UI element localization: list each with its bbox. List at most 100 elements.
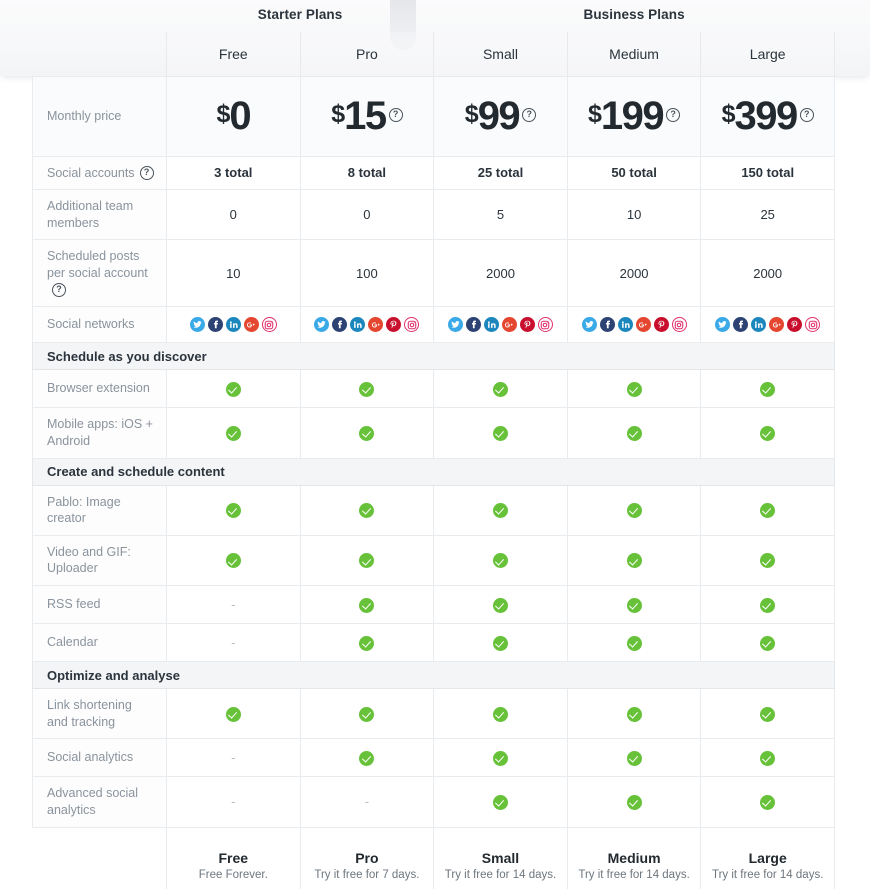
row-label-mobile-apps-ios-android: Mobile apps: iOS + Android xyxy=(32,407,167,459)
footer-plan-sub: Try it free for 7 days. xyxy=(314,869,420,882)
instagram-icon xyxy=(671,317,687,333)
plan-group-header-row: Starter Plans Business Plans xyxy=(33,0,835,32)
help-icon[interactable]: ? xyxy=(666,107,681,122)
check-circle-icon xyxy=(359,597,375,613)
plan-header-medium[interactable]: Medium xyxy=(566,32,701,77)
price-currency: $ xyxy=(588,100,602,128)
row-label-scheduled-posts: Scheduled posts per social account? xyxy=(32,239,167,308)
group-header-spacer xyxy=(33,0,167,32)
feature-value-link-shortening-and-tracking xyxy=(566,687,701,740)
check-circle-icon xyxy=(359,503,375,519)
price-amount: 399 xyxy=(734,94,799,138)
check-circle-icon xyxy=(760,553,776,569)
twitter-icon xyxy=(581,317,597,333)
feature-value-video-and-gif-uploader xyxy=(566,534,701,587)
feature-value-advanced-social-analytics xyxy=(433,776,568,828)
footer-plan-sub: Try it free for 14 days. xyxy=(711,869,824,882)
check-circle-icon xyxy=(492,503,508,519)
check-circle-icon xyxy=(225,553,241,569)
social-icon-group xyxy=(569,317,700,333)
footer-plan-name: Large xyxy=(748,850,787,867)
section-header-row: Optimize and analyse xyxy=(32,661,835,689)
help-icon[interactable]: ? xyxy=(388,107,403,122)
linkedin-icon xyxy=(751,317,767,333)
check-circle-icon xyxy=(225,381,241,397)
footer-plan-name: Medium xyxy=(607,850,661,867)
section-header-row: Schedule as you discover xyxy=(32,342,835,371)
price-currency: $ xyxy=(721,100,736,128)
check-circle-icon xyxy=(492,597,508,613)
help-icon[interactable]: ? xyxy=(52,283,66,298)
price-help-wrap[interactable]: ? xyxy=(799,106,814,122)
price-cell-pro: $15? xyxy=(299,75,434,157)
facebook-icon xyxy=(733,317,749,333)
price-currency: $ xyxy=(331,100,345,128)
plan-header-pro[interactable]: Pro xyxy=(299,32,434,77)
social-networks-cell xyxy=(433,306,568,344)
plan-header-large[interactable]: Large xyxy=(700,32,835,77)
feature-value-advanced-social-analytics: - xyxy=(299,776,434,828)
team-members-value: 0 xyxy=(166,189,301,241)
price-help-wrap[interactable]: ? xyxy=(388,106,403,122)
feature-value-video-and-gif-uploader xyxy=(299,534,434,587)
price-currency: $ xyxy=(216,100,230,128)
plan-header-free[interactable]: Free xyxy=(166,32,301,77)
price-currency: $ xyxy=(464,100,479,128)
feature-value-video-and-gif-uploader xyxy=(700,534,835,587)
check-circle-icon xyxy=(626,425,642,441)
linkedin-icon xyxy=(225,317,241,333)
facebook-icon xyxy=(207,317,223,333)
check-circle-icon xyxy=(225,706,241,722)
instagram-icon xyxy=(805,317,821,333)
help-icon[interactable]: ? xyxy=(139,166,154,181)
social-accounts-value: 8 total xyxy=(299,155,434,191)
dash-icon: - xyxy=(231,750,236,766)
footer-cta-small[interactable]: Small Try it free for 14 days. xyxy=(433,827,568,889)
monthly-price-row: Monthly price $0 $15? $99? $199? $399? xyxy=(32,75,835,157)
feature-value-calendar: - xyxy=(166,623,301,662)
dash-icon: - xyxy=(231,597,236,612)
feature-value-video-and-gif-uploader xyxy=(433,534,568,587)
plan-name-header-row: Free Pro Small Medium Large xyxy=(33,32,835,77)
plan-footer-row: Free Free Forever. Pro Try it free for 7 da… xyxy=(32,827,835,889)
team-members-value: 25 xyxy=(700,189,835,241)
check-circle-icon xyxy=(225,425,241,441)
row-label-link-shortening-and-tracking: Link shortening and tracking xyxy=(32,687,167,740)
social-networks-cell xyxy=(566,306,701,344)
price-help-wrap[interactable]: ? xyxy=(522,106,537,122)
twitter-icon xyxy=(447,317,463,333)
footer-cta-free[interactable]: Free Free Forever. xyxy=(166,827,301,889)
help-icon[interactable]: ? xyxy=(522,107,537,122)
check-circle-icon xyxy=(626,706,642,722)
footer-cta-medium[interactable]: Medium Try it free for 14 days. xyxy=(566,827,701,889)
feature-value-calendar xyxy=(700,623,835,662)
check-circle-icon xyxy=(760,635,776,651)
feature-value-link-shortening-and-tracking xyxy=(433,687,568,740)
row-label-video-and-gif-uploader: Video and GIF: Uploader xyxy=(32,534,167,587)
googleplus-icon xyxy=(243,317,259,333)
social-accounts-value: 50 total xyxy=(566,155,701,191)
check-circle-icon xyxy=(492,553,508,569)
feature-row-browser-extension: Browser extension xyxy=(32,369,835,409)
instagram-icon xyxy=(404,317,420,333)
dash-icon: - xyxy=(364,794,370,810)
price-amount: 0 xyxy=(229,94,251,138)
feature-value-video-and-gif-uploader xyxy=(166,534,301,587)
check-circle-icon xyxy=(359,750,375,766)
plan-header-small[interactable]: Small xyxy=(433,32,568,77)
instagram-icon xyxy=(537,317,553,333)
check-circle-icon xyxy=(760,503,776,519)
feature-value-pablo-image-creator xyxy=(566,484,701,536)
check-circle-icon xyxy=(760,425,776,441)
feature-value-link-shortening-and-tracking xyxy=(700,687,835,740)
footer-cta-pro[interactable]: Pro Try it free for 7 days. xyxy=(299,827,434,889)
social-icon-group xyxy=(702,317,833,333)
help-icon[interactable]: ? xyxy=(799,107,814,122)
feature-value-link-shortening-and-tracking xyxy=(166,687,301,740)
feature-row-video-and-gif-uploader: Video and GIF: Uploader xyxy=(32,534,835,587)
price-help-wrap[interactable]: ? xyxy=(666,106,681,122)
feature-value-browser-extension xyxy=(166,369,301,409)
footer-cta-large[interactable]: Large Try it free for 14 days. xyxy=(700,827,835,889)
twitter-icon xyxy=(314,317,330,333)
price-pro: $15? xyxy=(331,96,403,136)
